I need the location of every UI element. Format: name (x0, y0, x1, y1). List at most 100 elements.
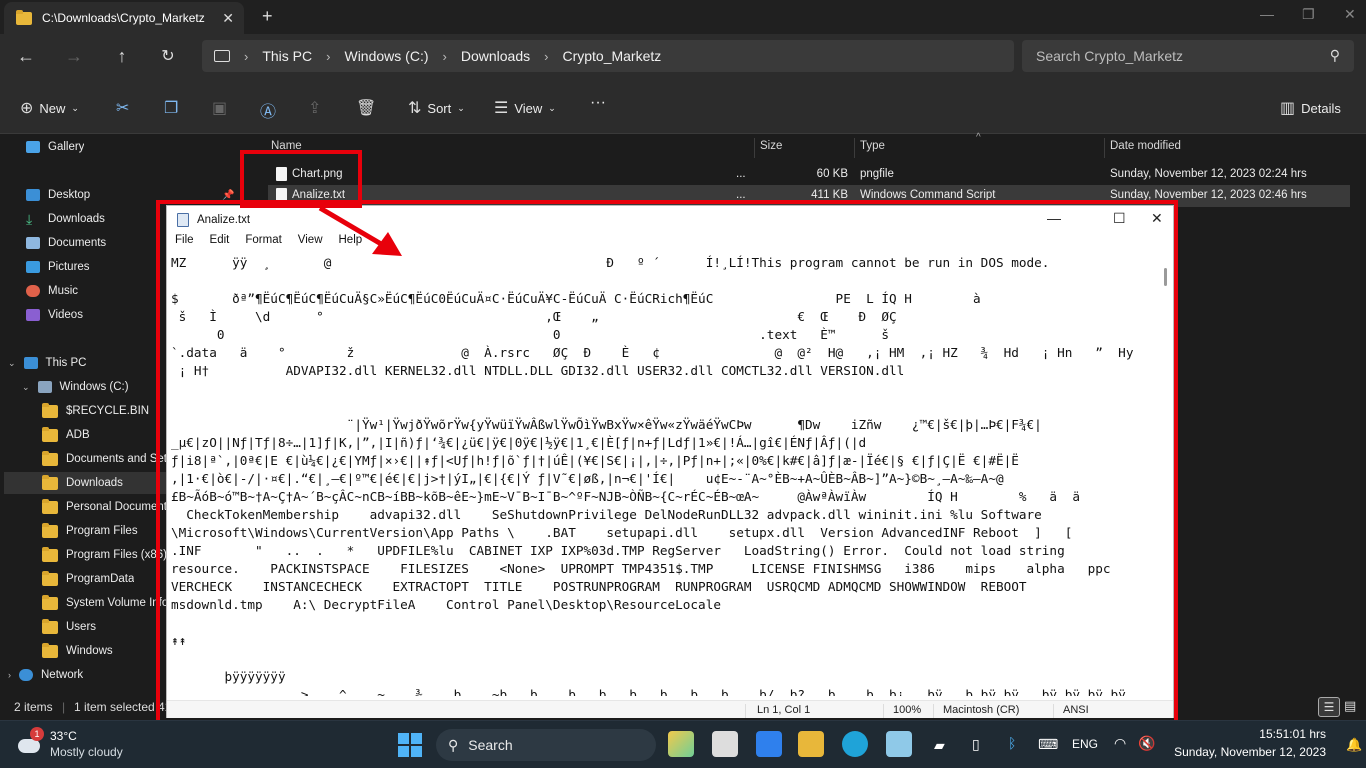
folder-icon (42, 597, 58, 610)
column-header-type[interactable]: Type (860, 140, 885, 152)
sidebar-item-recycle[interactable]: $RECYCLE.BIN (42, 400, 149, 422)
download-arrow-icon: ⤓ (26, 213, 40, 225)
wifi-icon[interactable]: ◠ (1114, 735, 1126, 752)
column-header-size[interactable]: Size (760, 140, 782, 152)
gallery-icon (26, 141, 40, 153)
sidebar-item-program-files[interactable]: Program Files (42, 520, 138, 542)
column-header-date[interactable]: Date modified (1110, 140, 1181, 152)
explorer-tab[interactable]: C:\Downloads\Crypto_Marketz ✕ (4, 2, 244, 34)
file-explorer-app-icon[interactable] (798, 731, 824, 757)
more-options-button[interactable]: ··· (590, 94, 606, 112)
sidebar-item-downloads[interactable]: ⤓ Downloads (26, 208, 105, 230)
folder-icon (42, 453, 58, 466)
sidebar-item-videos[interactable]: Videos (26, 304, 83, 326)
details-view-toggle-icon[interactable]: ☰ (1318, 697, 1340, 717)
cut-icon[interactable]: ✂ (116, 98, 129, 118)
store-app-icon[interactable] (756, 731, 782, 757)
volume-muted-icon[interactable]: 🔇 (1138, 735, 1155, 752)
bluetooth-icon[interactable]: ᛒ (1008, 735, 1016, 751)
sidebar-item-windows-c[interactable]: ⌄ Windows (C:) (22, 376, 129, 398)
breadcrumb-downloads[interactable]: Downloads (461, 48, 530, 64)
start-button[interactable] (398, 733, 422, 757)
sidebar-item-users[interactable]: Users (42, 616, 96, 638)
refresh-icon[interactable]: ↻ (156, 46, 180, 66)
maximize-icon[interactable]: ❐ (1302, 6, 1315, 23)
sidebar-item-label: Network (41, 669, 83, 681)
pictures-icon (26, 261, 40, 273)
selection-count: 1 item selected (74, 700, 155, 714)
weather-widget[interactable]: 1 33°C Mostly cloudy (16, 729, 146, 761)
sidebar-item-adb[interactable]: ADB (42, 424, 90, 446)
sidebar-item-label: Program Files (66, 525, 138, 537)
folder-icon (42, 525, 58, 538)
usb-icon[interactable]: ▯ (972, 736, 980, 753)
file-size: 60 KB (768, 168, 848, 180)
sidebar-item-label: Desktop (48, 189, 90, 201)
delete-icon[interactable]: 🗑 (356, 98, 376, 118)
back-arrow-icon[interactable]: ← (14, 46, 38, 67)
new-tab-icon[interactable]: + (262, 6, 273, 27)
sidebar-item-this-pc[interactable]: ⌄ This PC (8, 352, 86, 374)
tiles-view-toggle-icon[interactable]: ▤ (1344, 698, 1356, 714)
task-view-icon[interactable] (712, 731, 738, 757)
chevron-right-icon: › (244, 49, 248, 64)
sidebar-item-label: This PC (46, 357, 87, 369)
notification-bell-icon[interactable]: 🔔 (1346, 737, 1362, 753)
chevron-down-icon: ⌄ (457, 103, 465, 114)
breadcrumb-windows-c[interactable]: Windows (C:) (344, 48, 428, 64)
command-toolbar: ⊕ New ⌄ ✂ ❐ ▣ Ⓐ ⇪ 🗑 ⇅ Sort ⌄ ☰ View ⌄ ··… (0, 80, 1366, 134)
folder-icon (42, 429, 58, 442)
close-tab-icon[interactable]: ✕ (222, 10, 234, 27)
new-button[interactable]: ⊕ New ⌄ (20, 98, 79, 118)
rename-icon[interactable]: Ⓐ (260, 98, 276, 122)
keyboard-icon[interactable]: ⌨ (1038, 736, 1058, 753)
details-button[interactable]: ▥ Details (1280, 98, 1341, 118)
highlight-frame (156, 200, 1178, 725)
paste-icon[interactable]: ▣ (212, 98, 227, 118)
sidebar-item-windows[interactable]: Windows (42, 640, 113, 662)
weather-badge: 1 (30, 727, 44, 741)
address-bar[interactable]: › This PC › Windows (C:) › Downloads › C… (202, 40, 1014, 72)
sidebar-item-music[interactable]: Music (26, 280, 78, 302)
taskbar-search[interactable]: ⚲ Search (436, 729, 656, 761)
view-button[interactable]: ☰ View ⌄ (494, 98, 556, 118)
sidebar-item-pictures[interactable]: Pictures (26, 256, 90, 278)
sidebar-item-network[interactable]: › Network (8, 664, 83, 686)
cloud-icon (18, 739, 40, 753)
close-window-icon[interactable]: ✕ (1344, 6, 1356, 23)
forward-arrow-icon[interactable]: → (62, 46, 86, 67)
clock[interactable]: 15:51:01 hrs Sunday, November 12, 2023 (1166, 727, 1326, 759)
up-arrow-icon[interactable]: ↑ (110, 46, 134, 67)
sidebar-item-label: Gallery (48, 141, 84, 153)
sidebar-item-desktop[interactable]: Desktop (26, 184, 90, 206)
explorer-titlebar: C:\Downloads\Crypto_Marketz ✕ + — ❐ ✕ (0, 0, 1366, 34)
column-divider[interactable] (754, 138, 755, 158)
minimize-icon[interactable]: — (1260, 6, 1274, 22)
sidebar-item-programdata[interactable]: ProgramData (42, 568, 134, 590)
breadcrumb-crypto-marketz[interactable]: Crypto_Marketz (562, 48, 661, 64)
sidebar-item-documents[interactable]: Documents (26, 232, 106, 254)
sort-ascending-icon: ^ (976, 132, 981, 143)
chevron-right-icon: › (8, 670, 11, 680)
column-divider[interactable] (854, 138, 855, 158)
chevron-down-icon: ⌄ (22, 382, 30, 393)
notepad-app-icon[interactable] (886, 731, 912, 757)
sort-button[interactable]: ⇅ Sort ⌄ (408, 98, 465, 118)
sidebar-item-label: Downloads (66, 477, 123, 489)
copilot-app-icon[interactable] (668, 731, 694, 757)
tray-app-icon[interactable]: ▰ (934, 737, 945, 754)
file-date: Sunday, November 12, 2023 02:24 hrs (1110, 168, 1307, 180)
breadcrumb-this-pc[interactable]: This PC (262, 48, 312, 64)
language-indicator[interactable]: ENG (1072, 737, 1098, 751)
sidebar-item-gallery[interactable]: Gallery (26, 136, 84, 158)
edge-browser-icon[interactable] (842, 731, 868, 757)
share-icon[interactable]: ⇪ (308, 98, 321, 118)
search-input[interactable]: Search Crypto_Marketz ⚲ (1022, 40, 1354, 72)
search-icon[interactable]: ⚲ (1330, 47, 1340, 64)
copy-icon[interactable]: ❐ (164, 98, 178, 118)
chevron-right-icon: › (326, 49, 330, 64)
file-row-chart[interactable]: Chart.png ... 60 KB pngfile Sunday, Nove… (268, 164, 1350, 186)
taskbar: 1 33°C Mostly cloudy ⚲ Search ▰ ▯ ᛒ ⌨ EN… (0, 720, 1366, 768)
column-divider[interactable] (1104, 138, 1105, 158)
weather-desc: Mostly cloudy (50, 745, 123, 759)
